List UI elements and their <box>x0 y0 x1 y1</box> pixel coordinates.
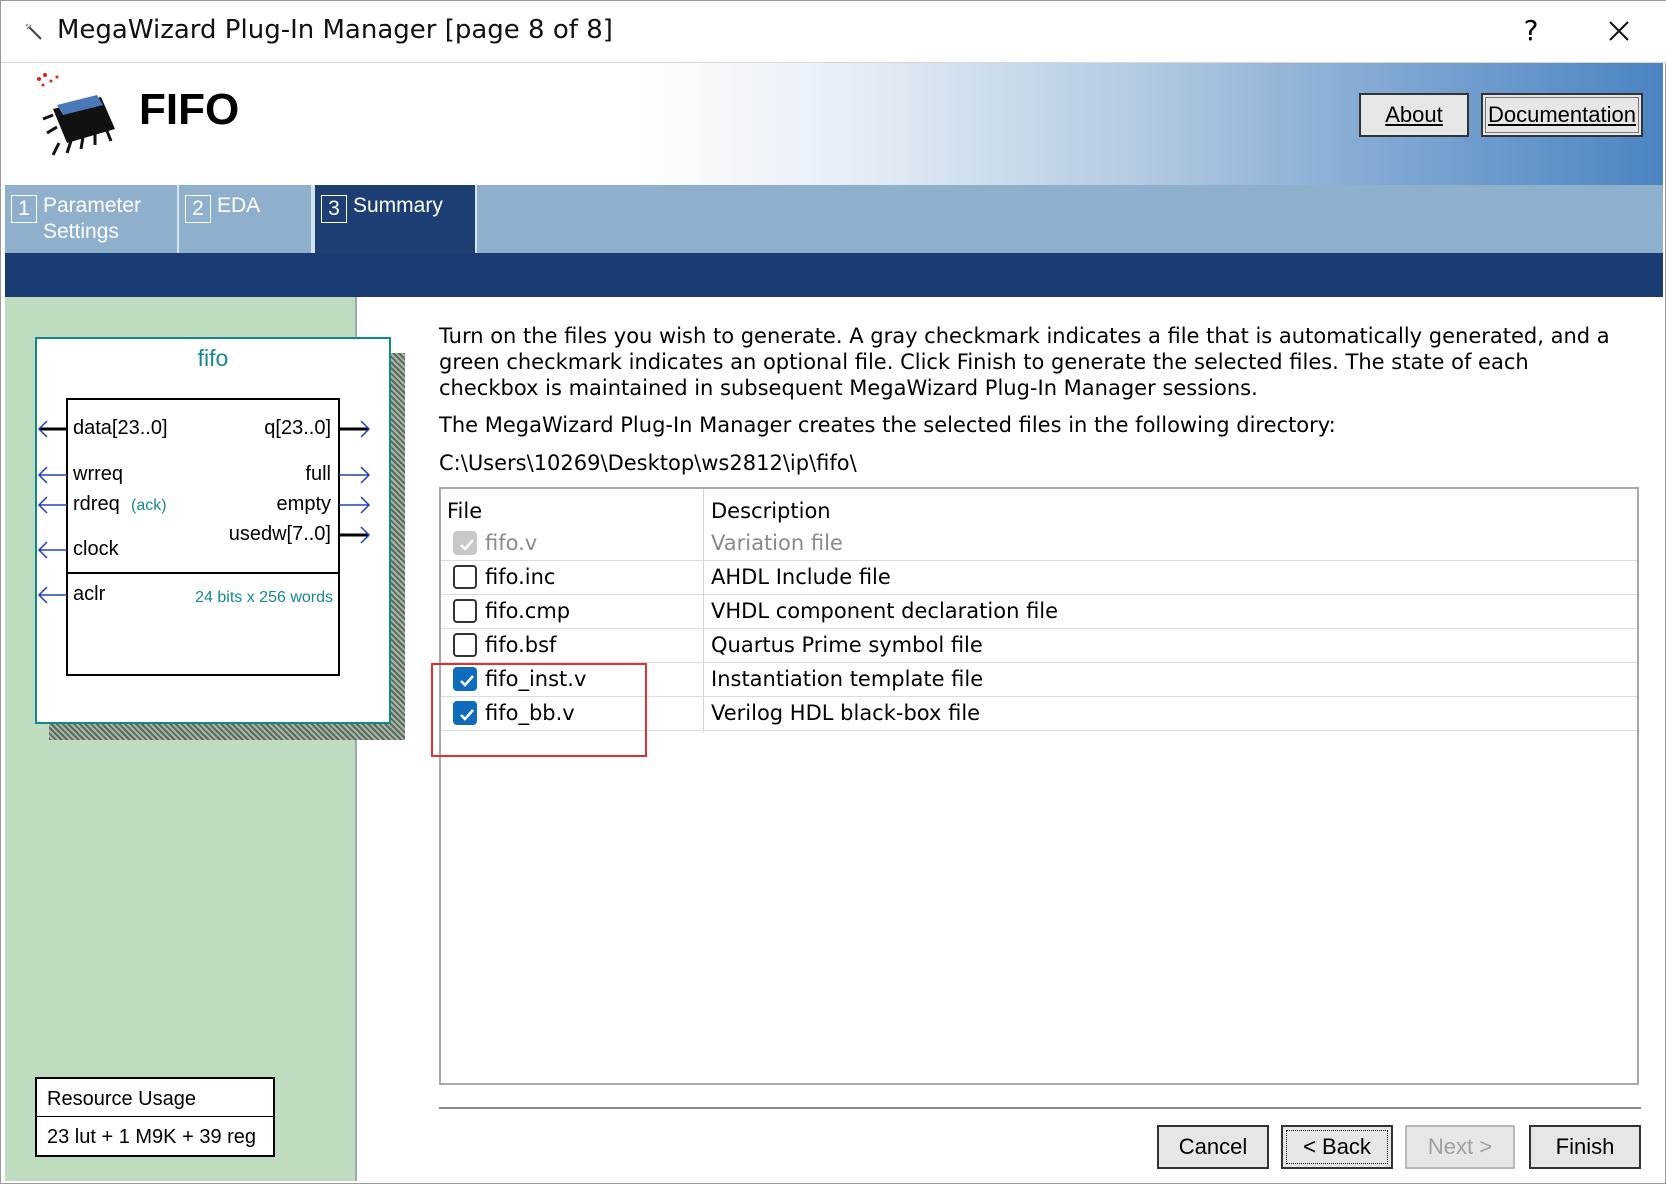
megafunction-chip-icon <box>37 73 115 156</box>
column-header-file: File <box>447 499 483 523</box>
table-row: fifo.cmp VHDL component declaration file <box>441 595 1637 629</box>
cancel-button[interactable]: Cancel <box>1157 1125 1269 1169</box>
fifo-symbol: fifo data[23..0] wrreq rdreq (ack) clock… <box>35 337 391 724</box>
next-button: Next > <box>1405 1125 1515 1169</box>
checkbox-fifo-inc[interactable] <box>453 565 477 589</box>
component-name: FIFO <box>139 85 240 134</box>
checkbox-fifo-v <box>453 531 477 555</box>
file-name: fifo.bsf <box>485 633 557 657</box>
window-title: MegaWizard Plug-In Manager [page 8 of 8] <box>57 15 613 45</box>
port-wrreq: wrreq <box>73 463 124 485</box>
documentation-button[interactable]: Documentation <box>1481 93 1643 137</box>
rdreq-ack-note: (ack) <box>131 497 167 514</box>
port-rdreq: rdreq <box>73 493 120 515</box>
title-bar: MegaWizard Plug-In Manager [page 8 of 8]… <box>1 1 1666 63</box>
back-button[interactable]: < Back <box>1281 1125 1393 1169</box>
tab-label-line1: Parameter <box>43 194 142 217</box>
port-q: q[23..0] <box>264 417 331 439</box>
port-empty: empty <box>276 493 331 515</box>
tab-label-line2: Settings <box>43 220 119 243</box>
directory-label: The MegaWizard Plug-In Manager creates t… <box>439 413 1336 437</box>
file-description: VHDL component declaration file <box>711 599 1059 623</box>
about-button[interactable]: About <box>1359 93 1469 137</box>
about-label: About <box>1385 102 1443 127</box>
file-description: Quartus Prime symbol file <box>711 633 983 657</box>
table-row: fifo.bsf Quartus Prime symbol file <box>441 629 1637 663</box>
resource-usage-box: Resource Usage 23 lut + 1 M9K + 39 reg <box>35 1077 275 1157</box>
tab-number: 1 <box>11 195 37 223</box>
tab-label: Summary <box>353 194 443 217</box>
port-aclr: aclr <box>73 583 106 605</box>
symbol-diagram <box>37 398 371 676</box>
tab-content-strip <box>5 253 1663 297</box>
file-table: File Description fifo.v Variation file f… <box>439 487 1639 1085</box>
megawizard-window: MegaWizard Plug-In Manager [page 8 of 8]… <box>0 0 1666 1184</box>
finish-button[interactable]: Finish <box>1529 1125 1641 1169</box>
file-name: fifo.v <box>485 531 538 555</box>
instructions-text: Turn on the files you wish to generate. … <box>439 324 1610 400</box>
symbol-panel: fifo data[23..0] wrreq rdreq (ack) clock… <box>5 297 405 1181</box>
check-icon <box>460 539 474 551</box>
button-separator <box>439 1107 1641 1111</box>
checkbox-fifo-bsf[interactable] <box>453 633 477 657</box>
port-full: full <box>305 463 331 485</box>
directory-path: C:\Users\10269\Desktop\ws2812\ip\fifo\ <box>439 451 857 475</box>
wizard-tabs: 1 Parameter Settings 2 EDA 3 Summary <box>5 185 1663 253</box>
file-description: Variation file <box>711 531 843 555</box>
column-header-description: Description <box>711 499 831 523</box>
tab-number: 2 <box>185 195 211 223</box>
tab-label: Parameter Settings <box>43 193 141 245</box>
tab-summary[interactable]: 3 Summary <box>313 185 477 253</box>
file-name: fifo.inc <box>485 565 556 589</box>
file-description: Verilog HDL black-box file <box>711 701 981 725</box>
file-description: Instantiation template file <box>711 667 984 691</box>
port-usedw: usedw[7..0] <box>228 523 331 545</box>
tab-label: EDA <box>217 194 261 217</box>
resource-usage-value: 23 lut + 1 M9K + 39 reg <box>47 1126 257 1148</box>
port-clock: clock <box>73 538 119 560</box>
table-row: fifo.v Variation file <box>441 527 1637 561</box>
annotation-highlight-box <box>431 663 647 757</box>
close-icon[interactable] <box>1601 11 1637 51</box>
table-row: fifo.inc AHDL Include file <box>441 561 1637 595</box>
checkbox-fifo-cmp[interactable] <box>453 599 477 623</box>
file-description: AHDL Include file <box>711 565 891 589</box>
port-data: data[23..0] <box>73 417 168 439</box>
header-banner: FIFO About Documentation <box>5 63 1663 185</box>
tab-parameter-settings[interactable]: 1 Parameter Settings <box>5 185 179 253</box>
tab-eda[interactable]: 2 EDA <box>179 185 313 253</box>
resource-usage-label: Resource Usage <box>37 1079 273 1117</box>
wand-icon <box>25 23 42 40</box>
fifo-size-note: 24 bits x 256 words <box>195 589 333 606</box>
help-button[interactable]: ? <box>1513 11 1549 51</box>
documentation-label: Documentation <box>1488 102 1636 127</box>
tab-number: 3 <box>321 195 347 223</box>
file-name: fifo.cmp <box>485 599 571 623</box>
